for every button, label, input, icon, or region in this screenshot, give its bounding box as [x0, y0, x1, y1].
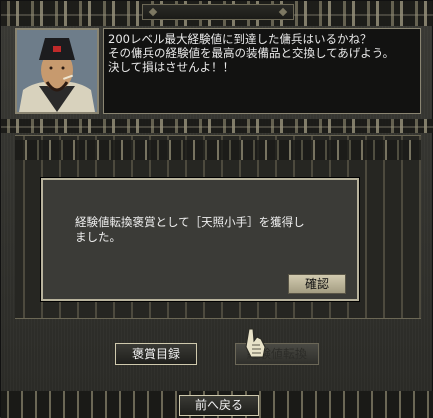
confirm-button[interactable]: 確認	[288, 274, 346, 294]
tab-right-ornament	[278, 7, 288, 17]
title-tab	[142, 4, 294, 20]
reward-message-line-1: 経験値転換褒賞として［天照小手］を獲得し	[75, 215, 305, 229]
hand-cursor-icon	[245, 328, 266, 358]
window-frame: 200レベル最大経験値に到達した傭兵はいるかね？ その傭兵の経験値を最高の装備品…	[0, 0, 433, 418]
reward-list-button[interactable]: 褒賞目録	[115, 343, 197, 365]
reward-message-line-2: ました。	[75, 230, 121, 244]
middle-ornament-band	[1, 119, 433, 133]
npc-dialog-box: 200レベル最大経験値に到達した傭兵はいるかね？ その傭兵の経験値を最高の装備品…	[103, 28, 421, 114]
npc-portrait-image	[17, 30, 97, 112]
npc-dialog-line-1: 200レベル最大経験値に到達した傭兵はいるかね？	[108, 32, 372, 46]
npc-dialog-line-2: その傭兵の経験値を最高の装備品と交換してあげよう。	[108, 46, 395, 60]
tab-left-ornament	[148, 7, 158, 17]
npc-portrait	[15, 28, 99, 114]
npc-dialog-line-3: 決して損はさせんよ！！	[108, 60, 235, 74]
reward-message: 経験値転換褒賞として［天照小手］を獲得し ました。	[75, 215, 345, 245]
back-button[interactable]: 前へ戻る	[179, 395, 259, 416]
reward-result-modal: 経験値転換褒賞として［天照小手］を獲得し ました。 確認	[41, 178, 359, 301]
